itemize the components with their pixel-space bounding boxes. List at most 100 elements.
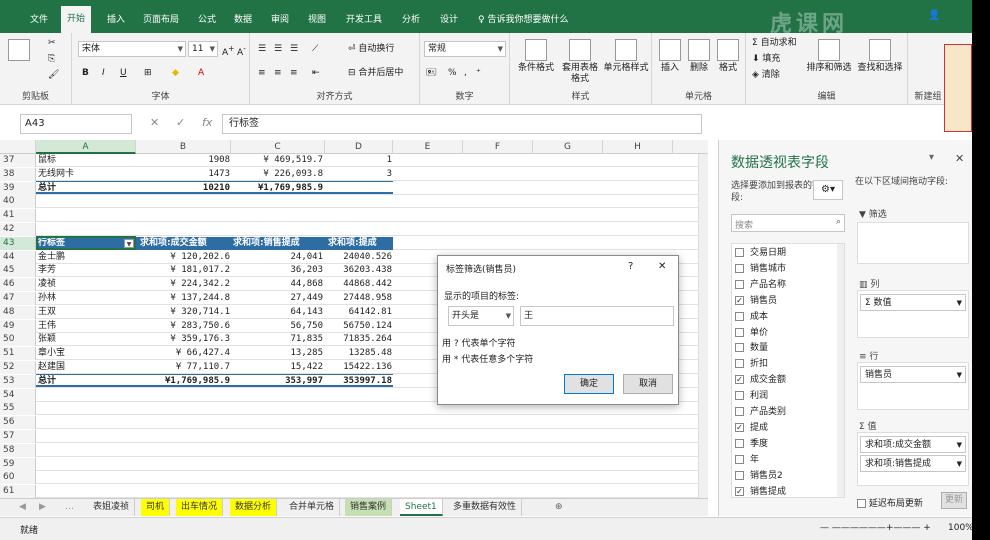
columns-field-values[interactable]: Σ 数值 ▼	[860, 294, 966, 311]
checkbox-icon[interactable]: ✓	[735, 375, 744, 385]
grid-cell[interactable]	[140, 485, 230, 498]
align-top-icon[interactable]: ☰	[258, 43, 266, 55]
grid-cell[interactable]: ¥ 359,176.3	[140, 333, 230, 346]
tab-home[interactable]: 开始	[61, 6, 92, 33]
row-header[interactable]: 42	[0, 223, 36, 236]
grid-cell[interactable]: 总计	[38, 182, 134, 195]
grid-cell[interactable]	[38, 402, 134, 415]
cell-styles-button[interactable]: 单元格样式	[602, 39, 650, 74]
grid-cell[interactable]: 10210	[140, 182, 230, 195]
delete-cells-button[interactable]: 删除	[685, 39, 713, 74]
grid-cell[interactable]: 13,285	[233, 347, 323, 360]
grid-cell[interactable]	[38, 485, 134, 498]
grid-cell[interactable]	[38, 430, 134, 443]
pivot-field-item[interactable]: 数量	[732, 340, 768, 356]
grid-cell[interactable]: 1	[328, 154, 392, 167]
pivot-field-item[interactable]: 销售员2	[732, 468, 783, 484]
field-search-input[interactable]: 搜索 ⌕	[731, 214, 845, 232]
chevron-down-icon[interactable]: ▾	[929, 152, 934, 163]
grid-cell[interactable]: 71835.264	[328, 333, 392, 346]
pivot-field-item[interactable]: ✓ 销售员	[732, 293, 777, 309]
copy-icon[interactable]: ⎘	[48, 53, 55, 65]
grid-cell[interactable]: ¥ 77,110.7	[140, 361, 230, 374]
checkbox-icon[interactable]	[735, 343, 744, 353]
indent-icon[interactable]: ⇤	[312, 67, 320, 79]
format-painter-icon[interactable]: 🖌	[48, 69, 59, 81]
align-left-icon[interactable]: ≡	[258, 67, 266, 79]
grid-cell[interactable]: 1473	[140, 168, 230, 181]
select-all-corner[interactable]	[0, 140, 36, 154]
grid-cell[interactable]: ¥1,769,985.9	[140, 375, 230, 388]
conditional-format-button[interactable]: 条件格式	[514, 39, 558, 74]
row-header[interactable]: 50	[0, 333, 36, 347]
sheet-tab[interactable]: 表姐凌祯	[88, 499, 136, 516]
grid-cell[interactable]	[328, 209, 392, 222]
values-field-amount[interactable]: 求和项:成交金额 ▼	[860, 436, 966, 453]
row-header[interactable]: 61	[0, 485, 36, 498]
defer-update-checkbox[interactable]: 延迟布局更新	[857, 496, 923, 509]
grid-cell[interactable]	[38, 389, 134, 402]
grid-cell[interactable]	[38, 458, 134, 471]
pivot-field-item[interactable]: 利润	[732, 388, 768, 404]
grid-cell[interactable]	[328, 402, 392, 415]
column-header[interactable]: A	[36, 140, 136, 154]
border-icon[interactable]: ⊞	[144, 67, 152, 79]
checkbox-icon[interactable]	[735, 248, 744, 257]
sheet-tab[interactable]: 销售案例	[345, 499, 393, 516]
grid-cell[interactable]: ¥ 320,714.1	[140, 306, 230, 319]
grid-cell[interactable]: 张颖	[38, 333, 134, 346]
tab-page-layout[interactable]: 页面布局	[141, 10, 181, 30]
pivot-field-item[interactable]: ✓ 销售提成	[732, 484, 786, 500]
grid-cell[interactable]: 64142.81	[328, 306, 392, 319]
row-header[interactable]: 40	[0, 195, 36, 209]
tab-review[interactable]: 审阅	[269, 10, 291, 30]
row-header[interactable]: 60	[0, 471, 36, 485]
sheet-tab[interactable]: 出车情况	[176, 499, 224, 516]
grid-cell[interactable]: ¥1,769,985.9	[233, 182, 323, 195]
pivot-field-item[interactable]: 单价	[732, 325, 768, 341]
grid-cell[interactable]: 13285.48	[328, 347, 392, 360]
sheet-tab[interactable]: Sheet1	[400, 499, 443, 516]
grid-cell[interactable]	[140, 195, 230, 208]
grid-cell[interactable]	[140, 430, 230, 443]
grid-cell[interactable]: 1908	[140, 154, 230, 167]
grid-cell[interactable]	[140, 471, 230, 484]
tab-formulas[interactable]: 公式	[196, 10, 218, 30]
account-icon[interactable]: 👤	[928, 10, 940, 21]
pivot-field-item[interactable]: 交易日期	[732, 245, 786, 261]
cut-icon[interactable]: ✂	[48, 37, 56, 49]
tab-file[interactable]: 文件	[28, 10, 50, 30]
row-header[interactable]: 46	[0, 278, 36, 292]
cancel-button[interactable]: 取消	[623, 374, 673, 394]
zoom-level[interactable]: 100%	[948, 523, 972, 533]
grid-cell[interactable]	[140, 223, 230, 236]
grid-cell[interactable]: 64,143	[233, 306, 323, 319]
tab-design[interactable]: 设计	[438, 10, 460, 30]
column-header[interactable]: B	[136, 140, 231, 154]
format-table-button[interactable]: 套用表格格式	[558, 39, 602, 85]
align-bottom-icon[interactable]: ☰	[290, 43, 298, 55]
grid-cell[interactable]: ¥ 469,519.7	[233, 154, 323, 167]
row-header[interactable]: 58	[0, 443, 36, 457]
grid-cell[interactable]: 15422.136	[328, 361, 392, 374]
sort-filter-button[interactable]: 排序和筛选	[806, 39, 852, 74]
grid-cell[interactable]: 24040.526	[328, 251, 392, 264]
grid-cell[interactable]: 36,203	[233, 264, 323, 277]
row-header[interactable]: 43	[0, 236, 36, 250]
values-field-commission[interactable]: 求和项:销售提成 ▼	[860, 455, 966, 472]
currency-icon[interactable]: 🖭	[426, 67, 437, 79]
row-header[interactable]: 51	[0, 347, 36, 361]
grid-cell[interactable]	[233, 444, 323, 457]
row-header[interactable]: 47	[0, 292, 36, 305]
row-header[interactable]: 56	[0, 416, 36, 430]
rows-field-salesperson[interactable]: 销售员 ▼	[860, 366, 966, 383]
filter-area[interactable]	[857, 222, 969, 264]
merge-center-button[interactable]: ⊟ 合并后居中	[348, 67, 403, 79]
comma-icon[interactable]: ,	[464, 67, 467, 79]
pivot-field-item[interactable]: 产品名称	[732, 277, 786, 293]
grid-cell[interactable]: 无线网卡	[38, 168, 134, 181]
grid-cell[interactable]: ¥ 226,093.8	[233, 168, 323, 181]
grid-cell[interactable]: 3	[328, 168, 392, 181]
sheet-tab[interactable]: 司机	[141, 499, 171, 516]
checkbox-icon[interactable]	[735, 407, 744, 416]
